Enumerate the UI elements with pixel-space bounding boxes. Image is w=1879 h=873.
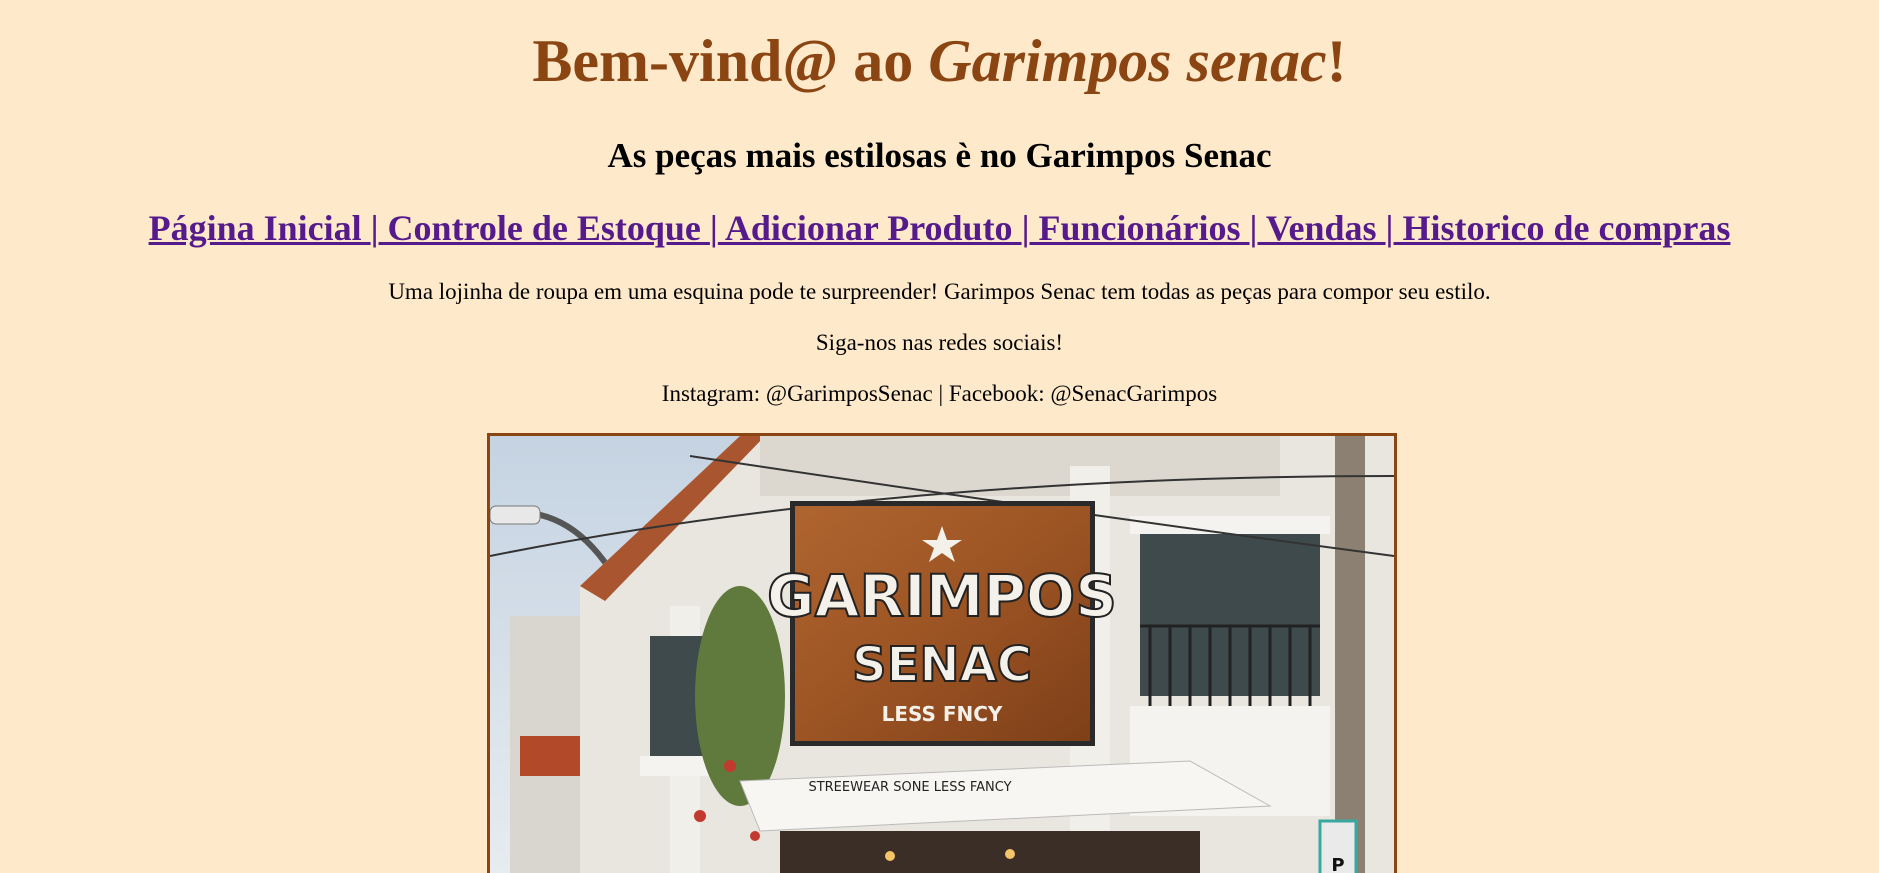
sign-line-1: GARIMPOS	[767, 562, 1117, 630]
main-nav: Página Inicial | Controle de Estoque | A…	[0, 206, 1879, 250]
nav-separator: |	[709, 208, 718, 248]
social-links: Instagram: @GarimposSenac | Facebook: @S…	[661, 381, 1218, 406]
storefront-image: GARIMPOS SENAC LESS FNCY STREEWEAR SONE …	[487, 433, 1397, 873]
title-brand: Garimpos senac	[928, 28, 1327, 94]
nav-link-purchase-history[interactable]: Historico de compras	[1393, 208, 1730, 248]
page: Bem-vind@ ao Garimpos senac! As peças ma…	[0, 0, 1879, 873]
storefront-illustration: GARIMPOS SENAC LESS FNCY STREEWEAR SONE …	[490, 436, 1394, 873]
page-title: Bem-vind@ ao Garimpos senac!	[0, 26, 1879, 96]
sign-line-3: LESS FNCY	[882, 702, 1003, 726]
title-prefix: Bem-vind@ ao	[532, 28, 929, 94]
nav-link-employees[interactable]: Funcionários	[1030, 208, 1250, 248]
nav-separator: |	[370, 208, 379, 248]
intro-text: Uma lojinha de roupa em uma esquina pode…	[388, 279, 1491, 304]
nav-link-add-product[interactable]: Adicionar Produto	[718, 208, 1022, 248]
nav-link-stock-control[interactable]: Controle de Estoque	[379, 208, 710, 248]
svg-text:P: P	[1331, 855, 1344, 873]
sign-line-2: SENAC	[852, 637, 1032, 693]
awning-text: STREEWEAR SONE LESS FANCY	[808, 780, 1011, 795]
social-heading: Siga-nos nas redes sociais!	[815, 330, 1064, 355]
nav-link-sales[interactable]: Vendas	[1257, 208, 1385, 248]
nav-link-home[interactable]: Página Inicial	[149, 208, 371, 248]
nav-separator: |	[1021, 208, 1030, 248]
page-subtitle: As peças mais estilosas è no Garimpos Se…	[607, 136, 1272, 175]
title-suffix: !	[1326, 28, 1347, 94]
